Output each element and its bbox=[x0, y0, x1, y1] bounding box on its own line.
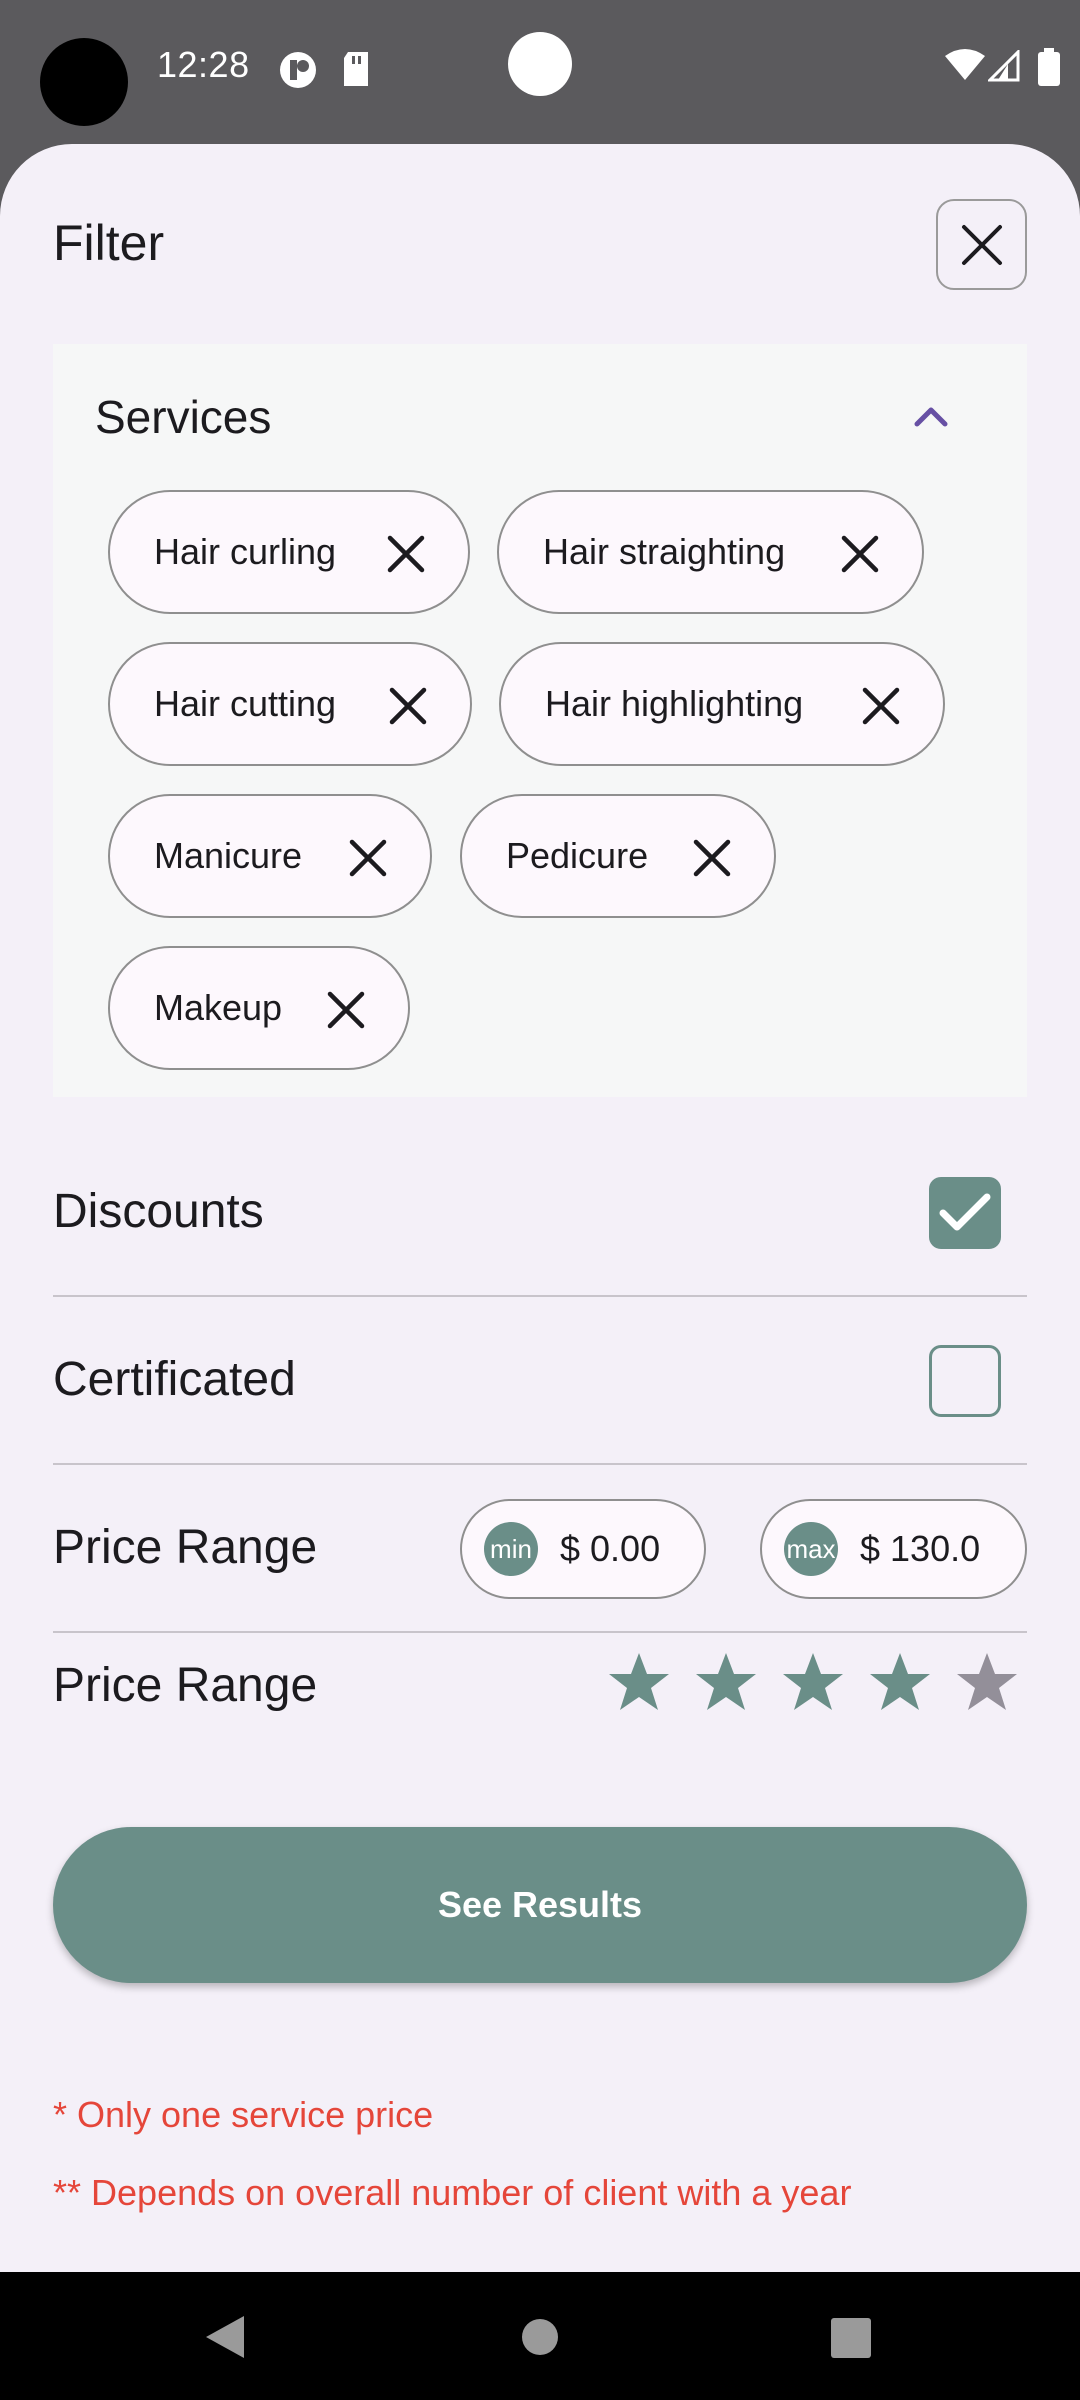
status-bar: 12:28 bbox=[0, 0, 1080, 136]
back-icon[interactable] bbox=[204, 2314, 246, 2360]
remove-chip-icon[interactable] bbox=[346, 836, 390, 880]
remove-chip-icon[interactable] bbox=[324, 988, 368, 1032]
star-icon[interactable] bbox=[606, 1650, 672, 1716]
remove-chip-icon[interactable] bbox=[859, 684, 903, 728]
chip-label: Makeup bbox=[154, 987, 283, 1028]
certificated-checkbox[interactable] bbox=[929, 1345, 1001, 1417]
sd-card-icon bbox=[344, 52, 368, 86]
footnote-service-price: * Only one service price bbox=[53, 2094, 434, 2135]
min-badge: min bbox=[484, 1522, 538, 1576]
remove-chip-icon[interactable] bbox=[690, 836, 734, 880]
chip-label: Pedicure bbox=[506, 835, 649, 876]
remove-chip-icon[interactable] bbox=[386, 684, 430, 728]
battery-icon bbox=[1038, 48, 1060, 86]
see-results-button[interactable]: See Results bbox=[53, 1827, 1027, 1983]
checkmark-icon bbox=[939, 1193, 991, 1231]
chip-label: Hair highlighting bbox=[545, 683, 804, 724]
star-icon[interactable] bbox=[693, 1650, 759, 1716]
certificated-label: Certificated bbox=[53, 1353, 296, 1406]
sync-icon bbox=[280, 52, 316, 88]
max-price-value: $ 130.0 bbox=[860, 1528, 981, 1569]
service-chip-hair-curling[interactable]: Hair curling bbox=[108, 490, 470, 614]
close-icon bbox=[961, 224, 1002, 265]
max-badge: max bbox=[784, 1522, 838, 1576]
service-chip-makeup[interactable]: Makeup bbox=[108, 946, 410, 1070]
star-icon[interactable] bbox=[954, 1650, 1020, 1716]
star-icon[interactable] bbox=[867, 1650, 933, 1716]
service-chip-hair-highlighting[interactable]: Hair highlighting bbox=[499, 642, 945, 766]
remove-chip-icon[interactable] bbox=[384, 532, 428, 576]
chip-label: Hair cutting bbox=[154, 683, 337, 724]
status-time: 12:28 bbox=[157, 44, 250, 85]
min-price-field[interactable]: min $ 0.00 bbox=[460, 1499, 706, 1599]
star-icon[interactable] bbox=[780, 1650, 846, 1716]
recents-icon[interactable] bbox=[831, 2318, 871, 2358]
chip-label: Manicure bbox=[154, 835, 303, 876]
wifi-icon bbox=[945, 49, 985, 80]
service-chip-hair-cutting[interactable]: Hair cutting bbox=[108, 642, 472, 766]
services-panel: Services Hair curling Hair straighting H… bbox=[53, 344, 1027, 1097]
service-chip-pedicure[interactable]: Pedicure bbox=[460, 794, 776, 918]
navigation-bar bbox=[0, 2272, 1080, 2400]
service-chip-hair-straighting[interactable]: Hair straighting bbox=[497, 490, 924, 614]
service-chip-manicure[interactable]: Manicure bbox=[108, 794, 432, 918]
min-price-value: $ 0.00 bbox=[560, 1528, 661, 1569]
discounts-checkbox[interactable] bbox=[929, 1177, 1001, 1249]
footnote-clients: ** Depends on overall number of client w… bbox=[53, 2172, 852, 2213]
close-button[interactable] bbox=[936, 199, 1027, 290]
signal-icon bbox=[988, 50, 1020, 82]
filter-sheet: Filter Services Hair curling Hair straig… bbox=[0, 144, 1080, 2272]
divider bbox=[53, 1295, 1027, 1297]
price-range-label: Price Range bbox=[53, 1521, 318, 1574]
max-price-field[interactable]: max $ 130.0 bbox=[760, 1499, 1027, 1599]
divider bbox=[53, 1631, 1027, 1633]
page-title: Filter bbox=[53, 215, 165, 271]
rating-stars bbox=[606, 1650, 1041, 1716]
services-title: Services bbox=[95, 391, 272, 443]
remove-chip-icon[interactable] bbox=[838, 532, 882, 576]
chip-label: Hair curling bbox=[154, 531, 337, 572]
camera-dot bbox=[508, 32, 572, 96]
rating-label: Price Range bbox=[53, 1659, 318, 1712]
divider bbox=[53, 1463, 1027, 1465]
chevron-up-icon[interactable] bbox=[913, 406, 949, 428]
discounts-label: Discounts bbox=[53, 1185, 264, 1238]
chip-label: Hair straighting bbox=[543, 531, 786, 572]
camera-cutout bbox=[40, 38, 128, 126]
home-icon[interactable] bbox=[521, 2318, 559, 2356]
